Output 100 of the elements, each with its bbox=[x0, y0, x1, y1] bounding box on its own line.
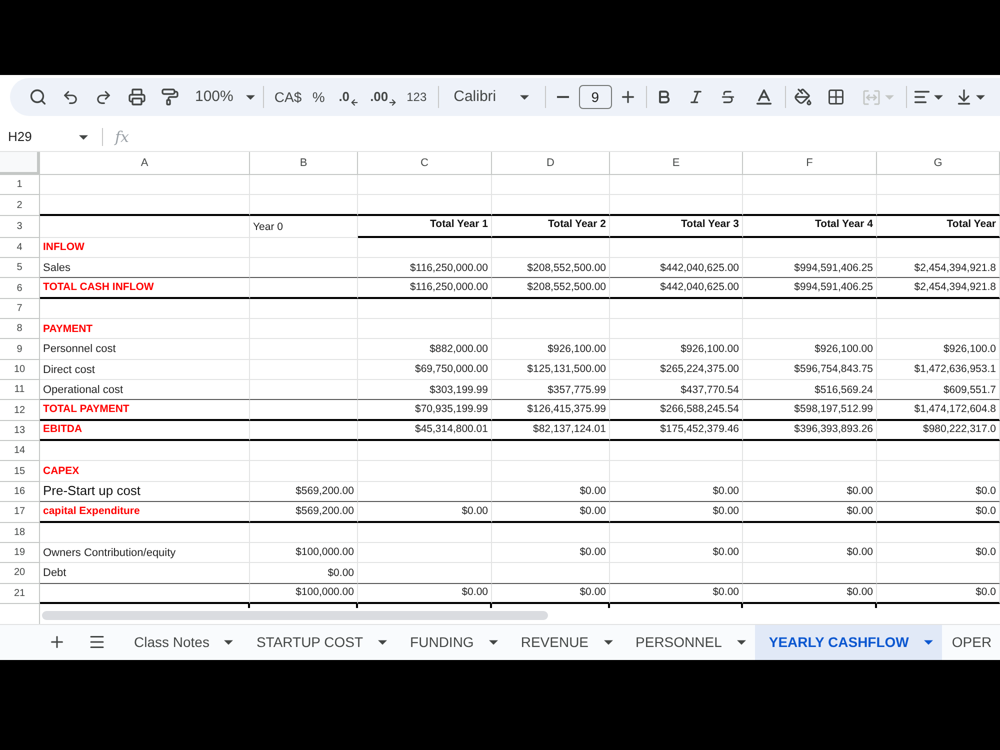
row-number[interactable]: 18 bbox=[0, 522, 40, 543]
table-cell: TOTAL CASH INFLOW bbox=[40, 278, 250, 299]
table-cell: $994,591,406.25 bbox=[743, 278, 877, 299]
sheet-tab[interactable]: Class Notes bbox=[120, 624, 242, 660]
table-cell: Sales bbox=[40, 258, 250, 278]
row-number[interactable]: 13 bbox=[0, 420, 40, 442]
table-cell: $569,200.00 bbox=[250, 502, 358, 522]
row-number[interactable]: 11 bbox=[0, 380, 40, 400]
caret-icon bbox=[246, 94, 256, 100]
sheet-tab[interactable]: YEARLY CASHFLOW bbox=[754, 624, 942, 660]
percent-format-button[interactable]: % bbox=[306, 83, 331, 111]
font-size-field[interactable]: 9 bbox=[578, 85, 612, 109]
search-icon bbox=[28, 88, 46, 106]
table-cell: $357,775.99 bbox=[492, 380, 610, 400]
table-cell: $598,197,512.99 bbox=[743, 400, 877, 421]
table-cell: $442,040,625.00 bbox=[610, 258, 743, 278]
row-number[interactable]: 9 bbox=[0, 339, 40, 360]
caret-icon bbox=[604, 640, 613, 645]
table-cell: Direct cost bbox=[40, 360, 250, 380]
table-cell: $396,393,893.26 bbox=[743, 420, 877, 442]
sheet-tab[interactable]: REVENUE bbox=[506, 624, 622, 660]
caret-icon bbox=[976, 94, 985, 100]
row-number[interactable]: 6 bbox=[0, 278, 40, 299]
sheet-tab[interactable]: STARTUP COST bbox=[242, 624, 396, 660]
row-number[interactable]: 12 bbox=[0, 400, 40, 421]
table-cell: $437,770.54 bbox=[610, 380, 743, 400]
column-header[interactable]: F bbox=[743, 152, 877, 175]
table-cell: $926,100.00 bbox=[492, 339, 610, 360]
row-number[interactable]: 1 bbox=[0, 175, 40, 196]
table-cell: $2,454,394,921.8 bbox=[877, 258, 1000, 278]
row-number[interactable]: 5 bbox=[0, 258, 40, 278]
table-cell: $208,552,500.00 bbox=[492, 258, 610, 278]
column-header[interactable]: D bbox=[492, 152, 610, 175]
decrease-decimals-button[interactable]: .0 bbox=[330, 83, 367, 111]
table-cell: Pre-Start up cost bbox=[40, 482, 250, 502]
table-cell: $265,224,375.00 bbox=[610, 360, 743, 380]
increase-decimals-button[interactable]: .00 bbox=[366, 83, 401, 111]
row-number[interactable]: 10 bbox=[0, 360, 40, 380]
row-number[interactable]: 19 bbox=[0, 542, 40, 564]
table-cell: $609,551.7 bbox=[877, 380, 1000, 400]
table-cell: $1,472,636,953.1 bbox=[877, 360, 1000, 380]
minus-icon bbox=[556, 96, 569, 98]
row-number[interactable]: 8 bbox=[0, 319, 40, 340]
table-cell: $0.00 bbox=[492, 584, 610, 604]
table-cell: Total Year bbox=[877, 216, 1000, 238]
table-cell: capital Expenditure bbox=[40, 502, 250, 522]
borders-icon bbox=[826, 88, 845, 106]
table-cell: $0.00 bbox=[610, 482, 743, 502]
table-cell: $926,100.0 bbox=[877, 339, 1000, 360]
paint-roller-icon bbox=[160, 88, 178, 106]
table-cell: $0.00 bbox=[492, 482, 610, 502]
font-dropdown[interactable]: Calibri bbox=[448, 83, 533, 111]
caret-icon bbox=[79, 134, 88, 140]
column-header[interactable]: B bbox=[250, 152, 358, 175]
align-left-icon bbox=[912, 88, 931, 106]
table-cell: $100,000.00 bbox=[250, 584, 358, 604]
sheet-tab[interactable]: PERSONNEL bbox=[622, 624, 755, 660]
column-header[interactable]: A bbox=[40, 152, 250, 175]
column-header[interactable]: G bbox=[877, 152, 1000, 175]
number-format-button[interactable]: 123 bbox=[400, 83, 433, 111]
table-cell: $69,750,000.00 bbox=[358, 360, 492, 380]
sheet-tab[interactable]: FUNDING bbox=[396, 624, 507, 660]
table-cell: $0.00 bbox=[492, 502, 610, 522]
row-number[interactable]: 16 bbox=[0, 482, 40, 502]
table-cell: INFLOW bbox=[40, 238, 250, 258]
column-header[interactable]: C bbox=[358, 152, 492, 175]
name-box[interactable]: H29 bbox=[0, 125, 96, 149]
table-cell: $2,454,394,921.8 bbox=[877, 278, 1000, 299]
function-label: fx bbox=[115, 126, 130, 148]
table-cell: $0.00 bbox=[610, 584, 743, 604]
table-cell: CAPEX bbox=[40, 461, 250, 482]
table-cell: $0.00 bbox=[743, 542, 877, 564]
column-header[interactable]: E bbox=[610, 152, 743, 175]
table-cell: Total Year 4 bbox=[743, 216, 877, 238]
table-cell: Total Year 1 bbox=[358, 216, 492, 238]
row-number[interactable]: 20 bbox=[0, 563, 40, 584]
table-cell: $0.00 bbox=[743, 502, 877, 522]
caret-icon bbox=[934, 94, 943, 100]
merge-cells-icon bbox=[862, 90, 880, 104]
row-number[interactable]: 15 bbox=[0, 461, 40, 482]
table-cell: $0.00 bbox=[358, 502, 492, 522]
row-number[interactable]: 17 bbox=[0, 502, 40, 522]
table-cell: $303,199.99 bbox=[358, 380, 492, 400]
table-cell: $125,131,500.00 bbox=[492, 360, 610, 380]
table-cell: $0.0 bbox=[877, 542, 1000, 564]
caret-icon bbox=[736, 640, 746, 645]
undo-icon bbox=[62, 88, 79, 106]
row-number[interactable]: 2 bbox=[0, 195, 40, 216]
table-cell: $569,200.00 bbox=[250, 482, 358, 502]
row-number[interactable]: 3 bbox=[0, 216, 40, 238]
row-number[interactable]: 4 bbox=[0, 238, 40, 258]
scrollbar-thumb[interactable] bbox=[42, 611, 548, 620]
row-number[interactable]: 7 bbox=[0, 298, 40, 320]
row-number[interactable]: 14 bbox=[0, 441, 40, 462]
table-cell: $45,314,800.01 bbox=[358, 420, 492, 442]
sheet-tab[interactable]: OPER bbox=[942, 624, 992, 660]
zoom-dropdown[interactable]: 100% bbox=[186, 83, 262, 111]
table-cell: $0.0 bbox=[877, 502, 1000, 522]
currency-format-button[interactable]: CA$ bbox=[266, 83, 307, 111]
italic-icon bbox=[688, 89, 704, 105]
